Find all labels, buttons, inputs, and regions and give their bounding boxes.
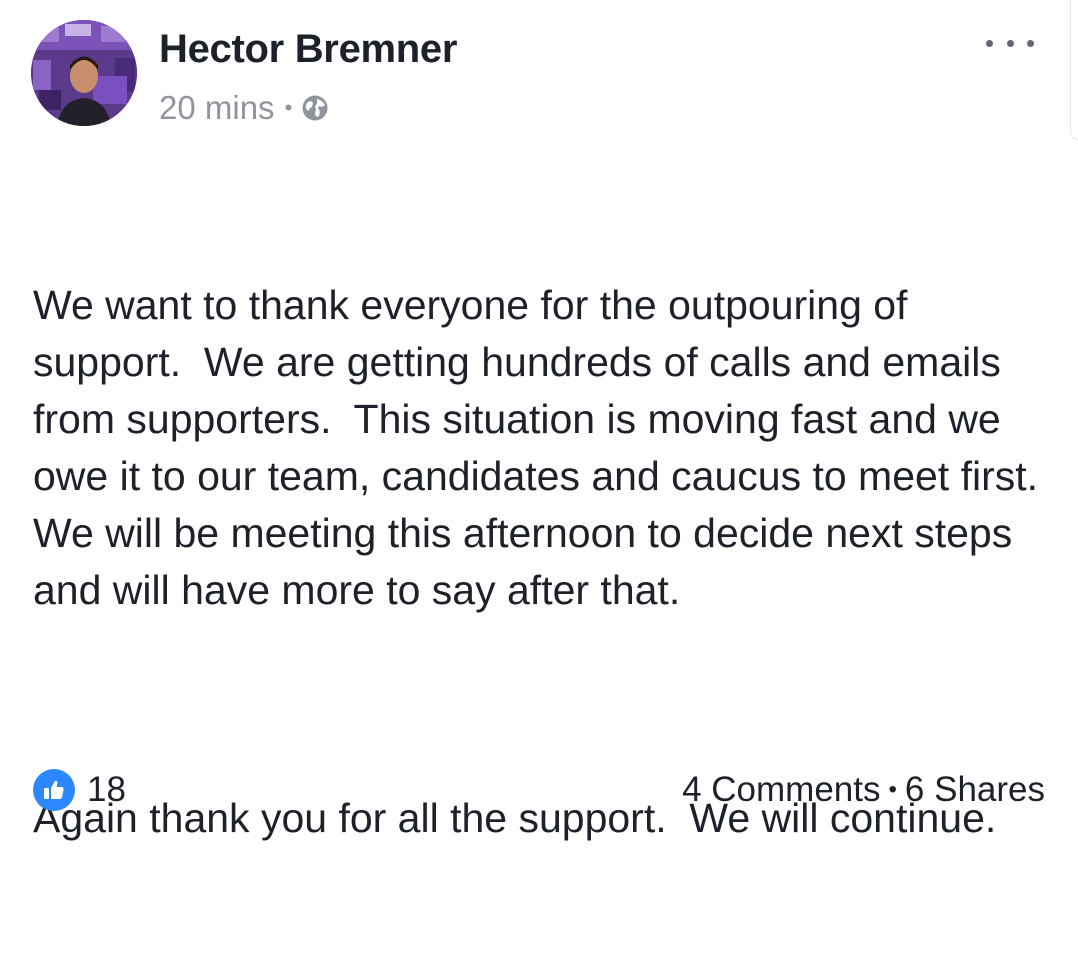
avatar[interactable] [31,20,137,126]
meta-separator: • [284,95,293,120]
post-paragraph: We want to thank everyone for the outpou… [33,282,1061,613]
more-dot [1027,39,1034,47]
post-timestamp[interactable]: 20 mins [159,89,275,127]
more-dot [986,39,993,47]
engagement-summary: 4 Comments • 6 Shares [682,768,1045,812]
comments-link[interactable]: 4 Comments [682,770,880,810]
post-body: We want to thank everyone for the outpou… [33,163,1053,961]
post-meta: 20 mins • [159,86,330,130]
engagement-separator: • [888,776,897,803]
more-dot [1006,39,1014,47]
like-count: 18 [87,770,126,809]
reactions-summary[interactable]: 18 [33,768,126,812]
shares-link[interactable]: 6 Shares [905,770,1045,810]
facebook-post: Hector Bremner 20 mins • We want to than… [0,0,1078,847]
author-name[interactable]: Hector Bremner [159,26,457,72]
globe-icon[interactable] [300,93,330,123]
card-edge [1070,0,1078,140]
avatar-photo [31,20,137,126]
like-icon [33,769,75,811]
more-options-button[interactable] [986,30,1034,56]
